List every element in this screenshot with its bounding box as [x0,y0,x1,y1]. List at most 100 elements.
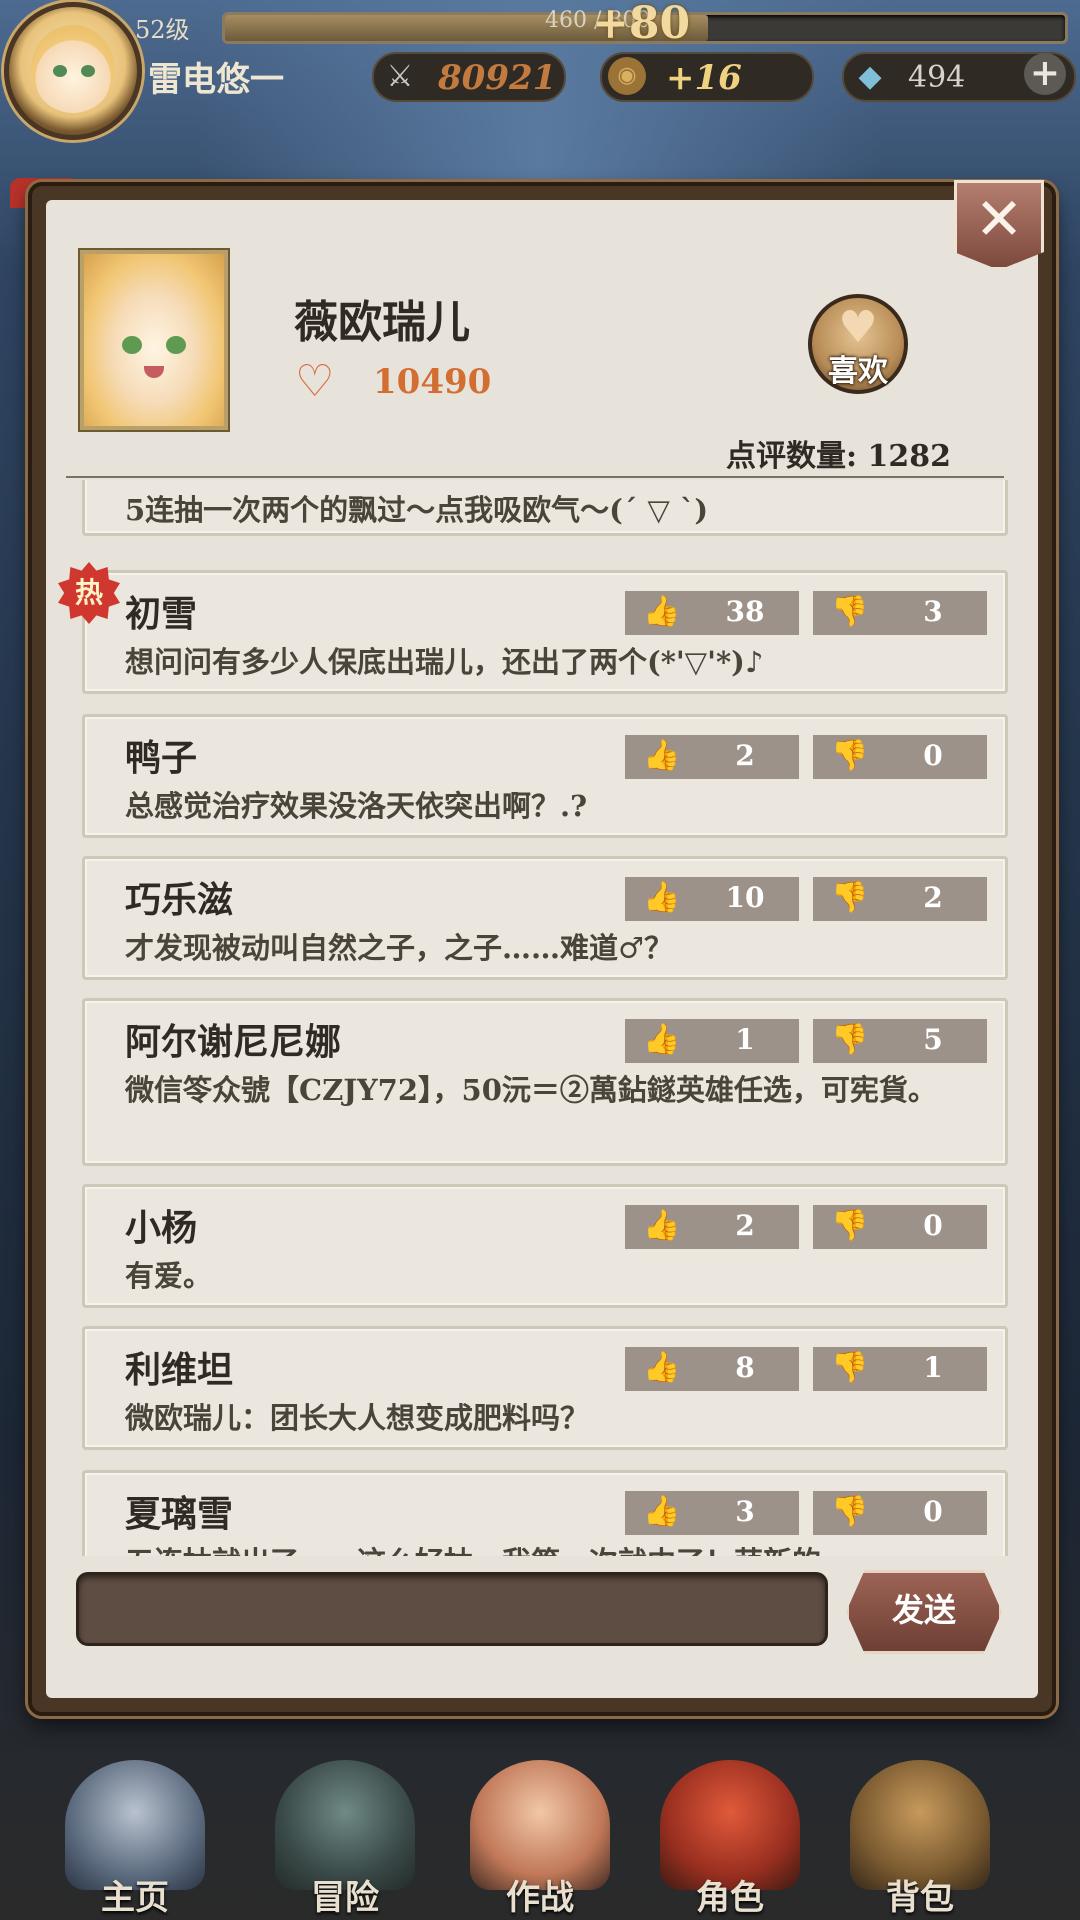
comment-card: 利维坦 👍 8 👎 1 微欧瑞儿：团长大人想变成肥料吗？ [82,1326,1008,1450]
upvote-count: 2 [735,739,755,772]
comment-text: 微信笭众號【CZJY72】，50沅＝②萬鉆鐩英雄任选，可宪貨。 [125,1073,937,1107]
power-value: 80921 [438,58,557,98]
portrait-eye [166,336,186,354]
comment-input[interactable] [76,1572,828,1646]
thumbs-up-icon: 👍 [643,880,681,915]
nav-adventure-label: 冒险 [311,1878,379,1918]
downvote-button[interactable]: 👎 0 [813,735,987,779]
thumbs-up-icon: 👍 [643,1350,681,1385]
gold-display: ◉ +16 [600,52,814,102]
thumbs-down-icon: 👎 [831,1208,869,1243]
downvote-button[interactable]: 👎 1 [813,1347,987,1391]
comment-list[interactable]: 5连抽一次两个的飘过～点我吸欧气～(´ ▽ `) 初雪 👍 38 👎 3 想问问有多… [80,480,1008,1556]
favorite-count: 10490 [373,362,492,402]
comment-user: 阿尔谢尼尼娜 [125,1021,342,1063]
review-count: 点评数量: 1282 [726,439,952,474]
upvote-button[interactable]: 👍 3 [625,1491,799,1535]
downvote-button[interactable]: 👎 0 [813,1205,987,1249]
nav-battle[interactable]: 作战 [445,1720,635,1920]
upvote-button[interactable]: 👍 8 [625,1347,799,1391]
avatar-face [31,25,115,113]
upvote-button[interactable]: 👍 1 [625,1019,799,1063]
comment-user: 小杨 [125,1207,198,1249]
comment-user: 利维坦 [125,1349,234,1391]
downvote-count: 5 [923,1023,943,1056]
portrait-mouth [144,366,164,378]
downvote-count: 3 [923,595,943,628]
comment-user: 巧乐滋 [125,879,234,921]
comment-text: 微欧瑞儿：团长大人想变成肥料吗？ [125,1401,590,1435]
thumbs-down-icon: 👎 [831,880,869,915]
gem-icon: ◆ [858,59,882,94]
character-portrait [80,250,228,430]
player-avatar[interactable] [4,2,142,140]
bottom-nav: 主页 冒险 作战 角色 背包 [0,1720,1080,1920]
like-button[interactable]: ♥ 喜欢 [808,294,908,394]
thumbs-up-icon: 👍 [643,1494,681,1529]
crossed-swords-icon: ⚔ [386,59,414,94]
upvote-button[interactable]: 👍 38 [625,591,799,635]
comment-text: 5连抽一次两个的飘过～点我吸欧气～(´ ▽ `) [125,493,709,527]
comment-user: 初雪 [125,593,198,635]
comment-card: 夏璃雪 👍3 👎0 五连抽就出了……这么好抽，我第一次就中了！萌新的 [82,1470,1008,1556]
coin-icon: ◉ [608,57,646,95]
upvote-button[interactable]: 👍 2 [625,1205,799,1249]
nav-home-label: 主页 [101,1878,169,1918]
avatar-eye [81,65,95,77]
gold-value: +16 [666,58,742,98]
downvote-count: 1 [923,1351,943,1384]
comment-card: 鸭子 👍 2 👎 0 总感觉治疗效果没洛天依突出啊？.? [82,714,1008,838]
comment-card: 阿尔谢尼尼娜 👍 1 👎 5 微信笭众號【CZJY72】，50沅＝②萬鉆鐩英雄任选，… [82,998,1008,1166]
downvote-count: 0 [923,1495,943,1528]
downvote-button[interactable]: 👎 2 [813,877,987,921]
comment-text: 五连抽就出了……这么好抽，我第一次就中了！萌新的 [125,1541,945,1556]
upvote-count: 38 [725,595,765,628]
avatar-eye [53,65,67,77]
thumbs-up-icon: 👍 [643,1022,681,1057]
thumbs-down-icon: 👎 [831,1022,869,1057]
like-button-label: 喜欢 [828,354,888,389]
close-button[interactable]: ✕ [954,180,1044,270]
thumbs-up-icon: 👍 [643,1208,681,1243]
comment-card: 5连抽一次两个的飘过～点我吸欧气～(´ ▽ `) [82,480,1008,536]
downvote-button[interactable]: 👎 0 [813,1491,987,1535]
upvote-button[interactable]: 👍 10 [625,877,799,921]
comment-text: 有爱。 [125,1259,213,1293]
nav-character[interactable]: 角色 [635,1720,825,1920]
comment-card: 巧乐滋 👍 10 👎 2 才发现被动叫自然之子，之子……难道♂？ [82,856,1008,980]
nav-adventure[interactable]: 冒险 [250,1720,440,1920]
nav-battle-label: 作战 [506,1878,574,1918]
thumbs-up-icon: 👍 [643,738,681,773]
top-hud: 52级 460 / 800 +80 雷电悠一 ⚔ 80921 ◉ +16 ◆ 4… [0,0,1080,140]
downvote-count: 0 [923,1209,943,1242]
comment-card: 初雪 👍 38 👎 3 想问问有多少人保底出瑞儿，还出了两个(*'▽'*)♪ [82,570,1008,694]
comment-text: 才发现被动叫自然之子，之子……难道♂？ [125,931,673,965]
heart-icon: ♡ [295,356,335,407]
comment-user: 鸭子 [125,737,198,779]
thumbs-down-icon: 👎 [831,1494,869,1529]
comment-text: 总感觉治疗效果没洛天依突出啊？.? [125,789,588,823]
upvote-count: 10 [725,881,765,914]
nav-home[interactable]: 主页 [40,1720,230,1920]
thumbs-down-icon: 👎 [831,738,869,773]
thumbs-down-icon: 👎 [831,1350,869,1385]
nav-bag-label: 背包 [886,1878,954,1918]
downvote-count: 0 [923,739,943,772]
player-name: 雷电悠一 [148,60,284,100]
upvote-count: 3 [735,1495,755,1528]
nav-character-label: 角色 [696,1878,764,1918]
downvote-count: 2 [923,881,943,914]
thumbs-down-icon: 👎 [831,594,869,629]
comment-card: 小杨 👍 2 👎 0 有爱。 [82,1184,1008,1308]
upvote-button[interactable]: 👍 2 [625,735,799,779]
send-button[interactable]: 发送 [846,1570,1002,1654]
character-name: 薇欧瑞儿 [294,297,470,348]
upvote-count: 8 [735,1351,755,1384]
player-level: 52级 [135,16,190,44]
add-gems-button[interactable]: + [1024,53,1066,95]
nav-bag[interactable]: 背包 [825,1720,1015,1920]
exp-gain: +80 [592,0,691,49]
downvote-button[interactable]: 👎 3 [813,591,987,635]
downvote-button[interactable]: 👎 5 [813,1019,987,1063]
upvote-count: 2 [735,1209,755,1242]
